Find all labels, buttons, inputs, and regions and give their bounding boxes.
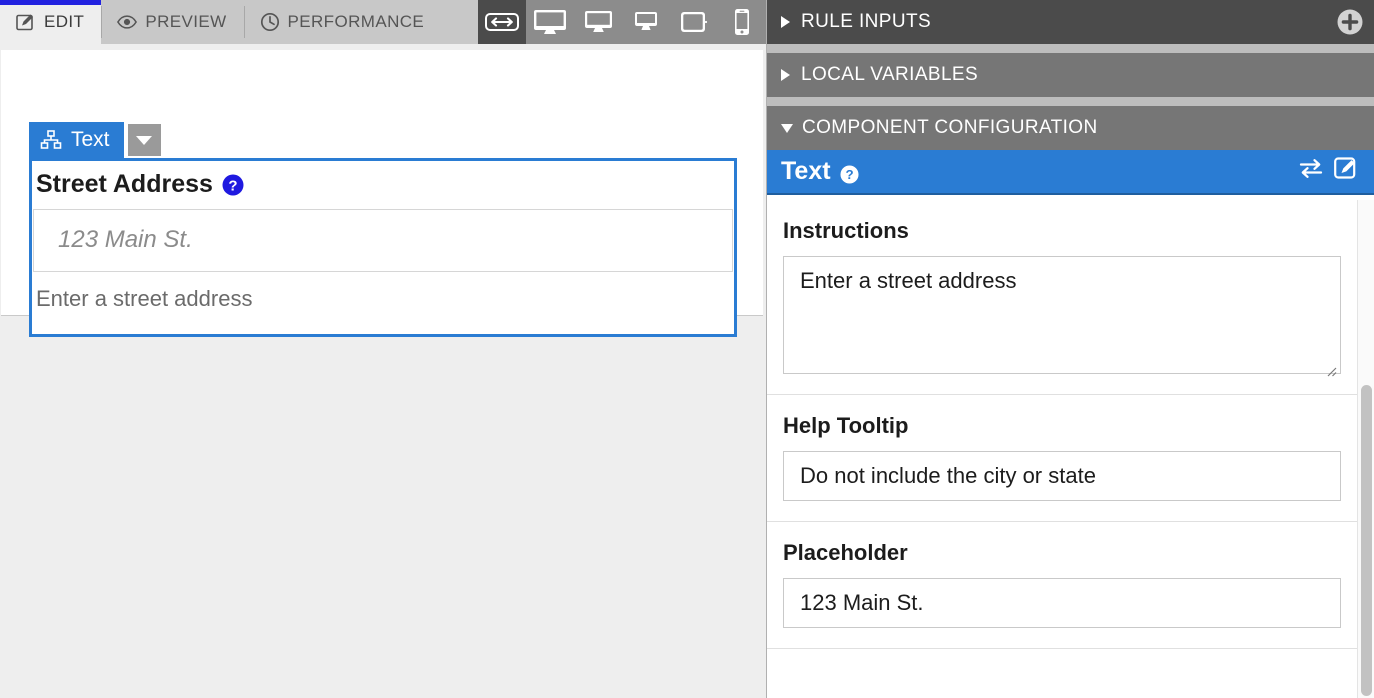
section-component-configuration-label: COMPONENT CONFIGURATION — [802, 117, 1098, 138]
component-placeholder-text: 123 Main St. — [58, 226, 193, 253]
component-field-label-row: Street Address ? — [32, 161, 734, 209]
component-chip-label: Text — [71, 128, 110, 151]
chevron-down-icon — [781, 123, 793, 133]
phone-icon[interactable] — [718, 0, 766, 44]
selected-text-component[interactable]: Street Address ? 123 Main St. Enter a st… — [29, 158, 737, 337]
svg-text:?: ? — [228, 177, 237, 194]
form-canvas: Text Street Address ? 123 Main St. Enter… — [0, 44, 766, 698]
tab-edit-label: EDIT — [44, 12, 85, 31]
help-circle-icon[interactable]: ? — [222, 174, 244, 196]
clock-icon — [260, 12, 280, 32]
design-canvas-pane: EDIT PREVIEW PERFORMANCE Text Street Add… — [0, 0, 766, 698]
field-help-tooltip-label: Help Tooltip — [783, 413, 909, 438]
responsive-width-icon[interactable] — [478, 0, 526, 44]
pencil-square-icon — [16, 12, 36, 32]
section-divider — [767, 97, 1374, 106]
desktop-large-icon[interactable] — [526, 0, 574, 44]
section-rule-inputs-label: RULE INPUTS — [801, 11, 932, 32]
component-config-title: Text — [781, 157, 831, 185]
component-instructions-text: Enter a street address — [36, 285, 253, 311]
component-chip-dropdown[interactable] — [127, 124, 161, 156]
config-scrollbar-thumb[interactable] — [1361, 385, 1372, 696]
section-rule-inputs[interactable]: RULE INPUTS — [767, 0, 1374, 44]
field-placeholder: Placeholder 123 Main St. — [767, 522, 1357, 649]
component-config-header: Text ? — [767, 150, 1374, 195]
config-scrollbar[interactable] — [1357, 200, 1374, 698]
field-instructions-label: Instructions — [783, 218, 909, 243]
device-size-toolbar — [478, 0, 766, 44]
help-tooltip-value: Do not include the city or state — [800, 463, 1096, 488]
tab-performance-label: PERFORMANCE — [287, 12, 425, 31]
caret-down-icon — [136, 135, 153, 145]
main-tabbar: EDIT PREVIEW PERFORMANCE — [0, 0, 766, 44]
section-component-configuration[interactable]: COMPONENT CONFIGURATION — [767, 106, 1374, 150]
tab-preview[interactable]: PREVIEW — [101, 0, 243, 44]
svg-text:?: ? — [845, 167, 853, 182]
eye-icon — [117, 12, 138, 32]
sitemap-icon — [40, 129, 62, 151]
tablet-icon[interactable] — [670, 0, 718, 44]
configuration-pane: RULE INPUTS LOCAL VARIABLES COMPONENT CO… — [766, 0, 1374, 698]
tab-edit[interactable]: EDIT — [0, 0, 102, 44]
help-circle-icon[interactable]: ? — [840, 162, 859, 184]
component-field-label: Street Address — [36, 170, 213, 198]
instructions-textarea[interactable]: Enter a street address — [783, 256, 1341, 377]
component-config-fields: Instructions Enter a street address Help… — [767, 200, 1374, 698]
field-help-tooltip: Help Tooltip Do not include the city or … — [767, 395, 1357, 522]
placeholder-value: 123 Main St. — [800, 590, 924, 615]
chevron-right-icon — [781, 16, 790, 28]
pencil-square-icon[interactable] — [1334, 156, 1360, 187]
field-instructions: Instructions Enter a street address — [767, 200, 1357, 395]
chevron-right-icon — [781, 69, 790, 81]
tab-performance[interactable]: PERFORMANCE — [243, 0, 442, 44]
component-chip-button[interactable]: Text — [29, 122, 124, 158]
placeholder-input[interactable]: 123 Main St. — [783, 578, 1341, 628]
swap-arrows-icon[interactable] — [1298, 157, 1324, 186]
app-root: EDIT PREVIEW PERFORMANCE Text Street Add… — [0, 0, 1374, 698]
section-local-variables[interactable]: LOCAL VARIABLES — [767, 53, 1374, 97]
component-config-actions — [1298, 156, 1360, 187]
section-local-variables-label: LOCAL VARIABLES — [801, 64, 979, 85]
field-placeholder-label: Placeholder — [783, 540, 908, 565]
desktop-small-icon[interactable] — [622, 0, 670, 44]
plus-circle-icon[interactable] — [1336, 8, 1364, 36]
instructions-value: Enter a street address — [800, 268, 1017, 293]
help-tooltip-input[interactable]: Do not include the city or state — [783, 451, 1341, 501]
tab-preview-label: PREVIEW — [145, 12, 227, 31]
component-text-input[interactable]: 123 Main St. — [33, 208, 733, 272]
section-divider — [767, 44, 1374, 53]
desktop-medium-icon[interactable] — [574, 0, 622, 44]
resize-grip-icon[interactable] — [1323, 357, 1337, 377]
selected-component-chip: Text — [29, 122, 161, 158]
